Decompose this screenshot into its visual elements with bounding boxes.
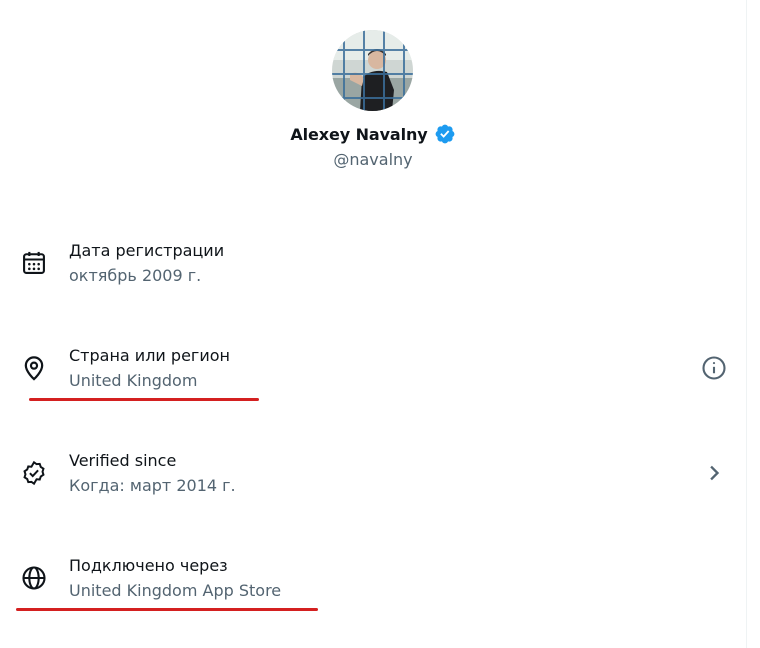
row-title: Подключено через: [69, 556, 228, 575]
avatar-photo: [332, 30, 413, 111]
row-title: Verified since: [69, 451, 177, 470]
verified-badge-icon: [434, 123, 456, 145]
row-title: Дата регистрации: [69, 241, 225, 260]
row-value: октябрь 2009 г.: [69, 266, 202, 285]
chevron-right-icon[interactable]: [700, 459, 728, 487]
row-registration-date: Дата регистрации октябрь 2009 г.: [0, 218, 746, 308]
account-info-page: Alexey Navalny @navalny Дата регистрации…: [0, 0, 760, 648]
red-underline-annotation: [16, 608, 318, 611]
calendar-icon: [20, 249, 48, 277]
red-underline-annotation: [29, 398, 259, 401]
row-verified-since[interactable]: Verified since Когда: март 2014 г.: [0, 428, 746, 518]
row-value: Когда: март 2014 г.: [69, 476, 236, 495]
column-divider: [746, 0, 747, 648]
profile-name-row: Alexey Navalny: [0, 121, 746, 147]
profile-name: Alexey Navalny: [290, 124, 428, 144]
verified-badge-outline-icon: [20, 459, 48, 487]
row-title: Страна или регион: [69, 346, 230, 365]
globe-icon: [20, 564, 48, 592]
info-icon[interactable]: [700, 354, 728, 382]
profile-handle: @navalny: [333, 150, 413, 169]
row-value: United Kingdom: [69, 371, 198, 390]
avatar[interactable]: [332, 30, 413, 111]
profile-header: Alexey Navalny @navalny: [0, 0, 746, 200]
row-value: United Kingdom App Store: [69, 581, 282, 600]
location-pin-icon: [20, 354, 48, 382]
